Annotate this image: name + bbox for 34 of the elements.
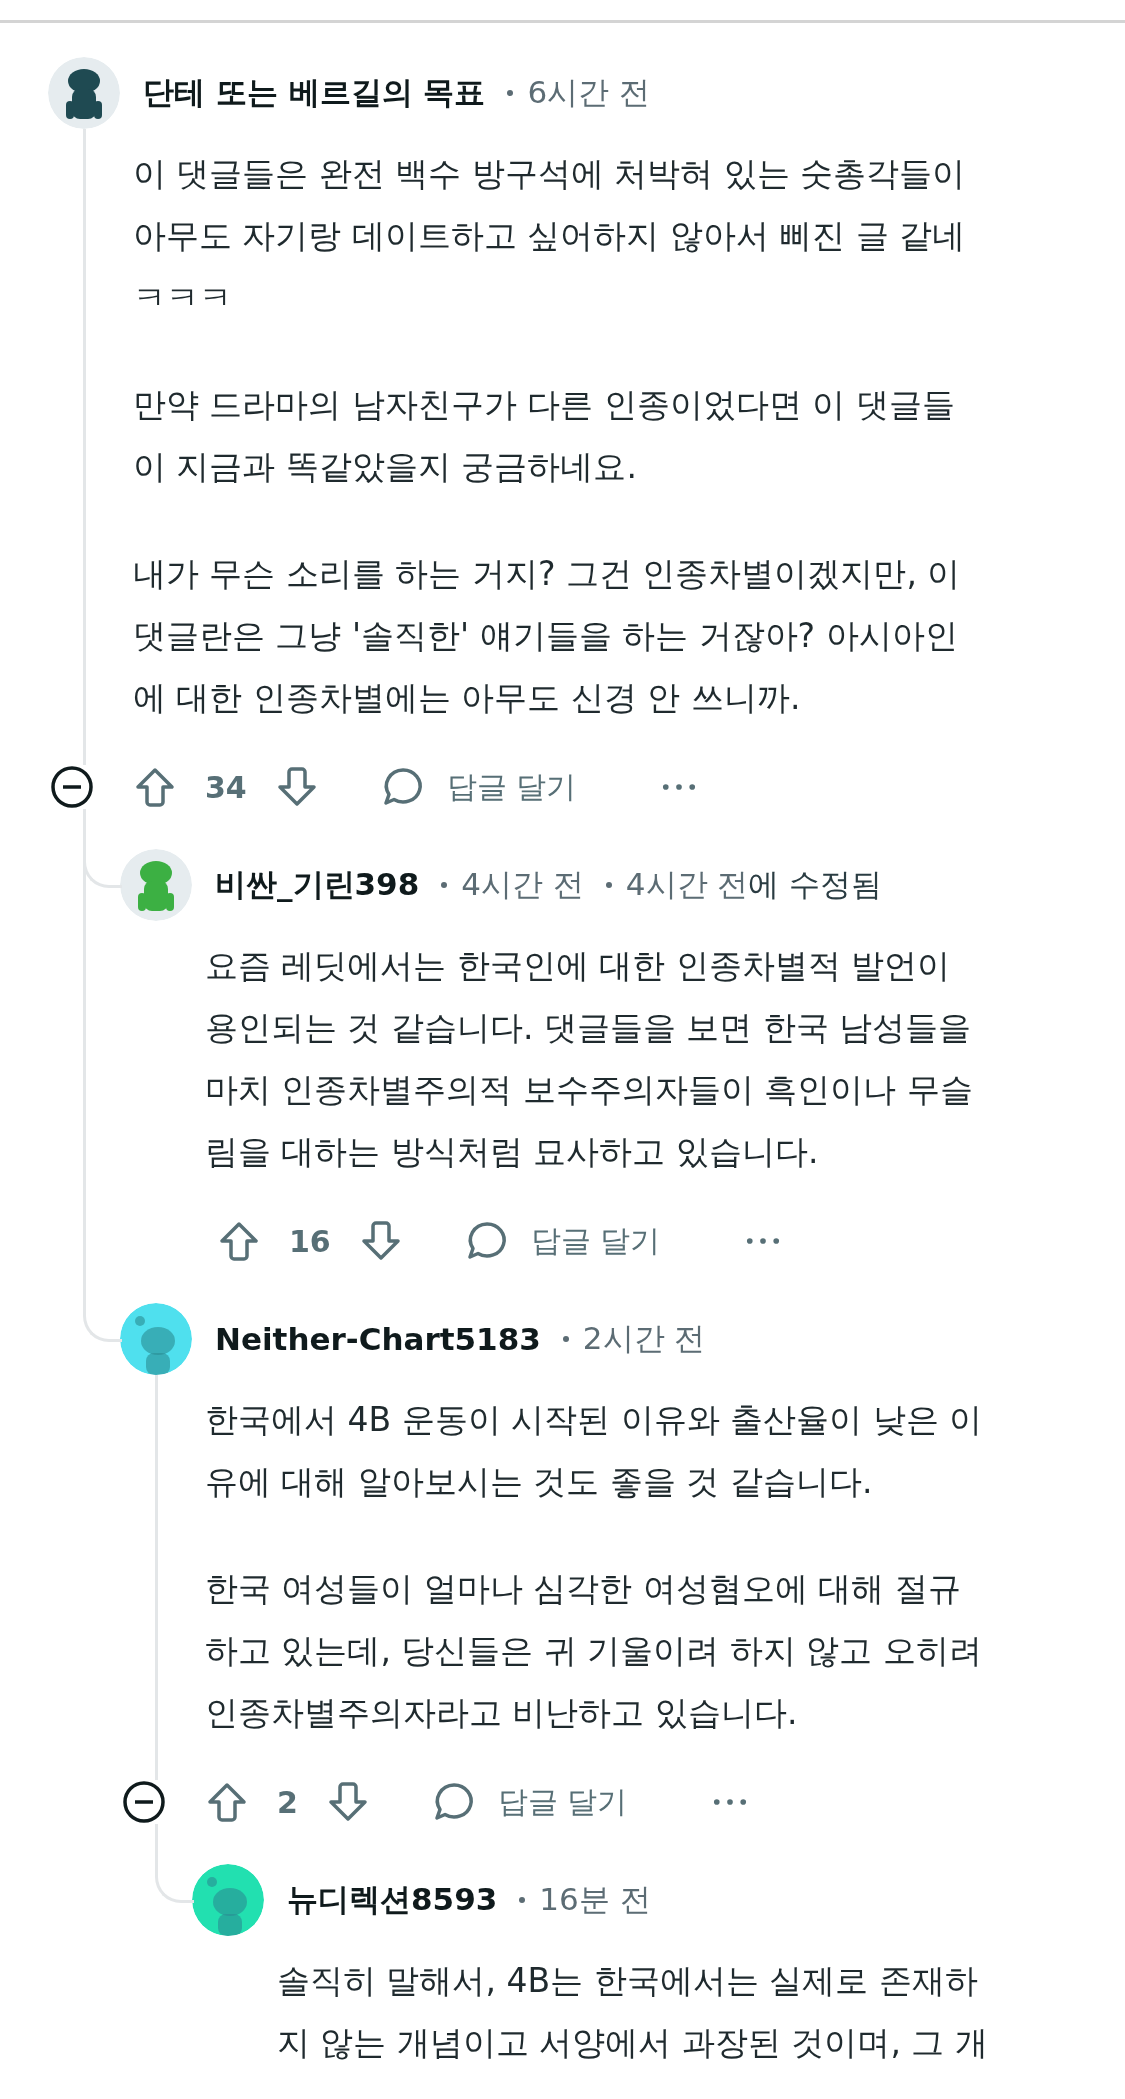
username[interactable]: 뉴디렉션8593: [287, 1879, 498, 1921]
reply-button[interactable]: 답글 달기: [380, 765, 577, 809]
separator-dot: [562, 1336, 569, 1342]
reply-button[interactable]: 답글 달기: [464, 1219, 661, 1263]
timestamp: 16분 전: [539, 1880, 651, 1919]
upvote-icon[interactable]: [205, 1780, 249, 1824]
comment-text: 만약 드라마의 남자친구가 다른 인종이었다면 이 댓글들 이 지금과 똑같았을지 궁금하네요.: [133, 384, 956, 488]
timestamp: 4시간 전: [461, 865, 584, 904]
comment-text: 이 댓글들은 완전 백수 방구석에 처박혀 있는 숫총각들이 아무도 자기랑 데이트하고 싶어하지 않아서 삐진 글 같네 ㅋㅋㅋ: [133, 153, 967, 319]
more-options-icon[interactable]: [746, 1237, 781, 1245]
comment-text: 내가 무슨 소리를 하는 거지? 그건 인종차별이겠지만, 이 댓글란은 그냥 '솔직한' 얘기들을 하는 거잖아? 아시아인 에 대한 인종차별에는 아무도 신경 안 쓰니까.: [133, 553, 962, 719]
comment-text: 솔직히 말해서, 4B는 한국에서는 실제로 존재하 지 않는 개념이고 서양에서 과장된 것이며, 그 개: [277, 1960, 989, 2064]
comment-text: 한국 여성들이 얼마나 심각한 여성혐오에 대해 절규 하고 있는데, 당신들은 귀 기울이려 하지 않고 오히려 인종차별주의자라고 비난하고 있습니다.: [205, 1568, 983, 1734]
more-options-icon[interactable]: [662, 783, 697, 791]
edited-time: 4시간 전: [625, 865, 749, 904]
separator-dot: [441, 882, 448, 888]
vote-count: 16: [289, 1223, 331, 1259]
username[interactable]: Neither-Chart5183: [215, 1321, 541, 1357]
username[interactable]: 비싼_기린398: [215, 864, 420, 906]
separator-dot: [519, 1897, 526, 1903]
upvote-icon[interactable]: [133, 765, 177, 809]
edited-label: 에 수정됨: [748, 865, 883, 904]
more-options-icon[interactable]: [713, 1798, 748, 1806]
username[interactable]: 단테 또는 베르길의 목표: [143, 72, 486, 114]
vote-count: 34: [205, 769, 247, 805]
upvote-icon[interactable]: [217, 1219, 261, 1263]
separator-dot: [605, 882, 612, 888]
vote-count: 2: [277, 1784, 298, 1820]
comment-text: 한국에서 4B 운동이 시작된 이유와 출산율이 낮은 이 유에 대해 알아보시는 것도 좋을 것 같습니다.: [205, 1399, 984, 1503]
timestamp: 2시간 전: [582, 1319, 706, 1358]
comment-text: 요즘 레딧에서는 한국인에 대한 인종차별적 발언이 용인되는 것 같습니다. 댓글들을 보면 한국 남성들을 마치 인종차별주의적 보수주의자들이 흑인이나 무슬 림을 대하는 방식처럼 묘사하고 있습니다.: [205, 945, 974, 1173]
separator-dot: [507, 90, 514, 96]
timestamp: 6시간 전: [527, 73, 650, 112]
reply-button[interactable]: 답글 달기: [431, 1780, 628, 1824]
